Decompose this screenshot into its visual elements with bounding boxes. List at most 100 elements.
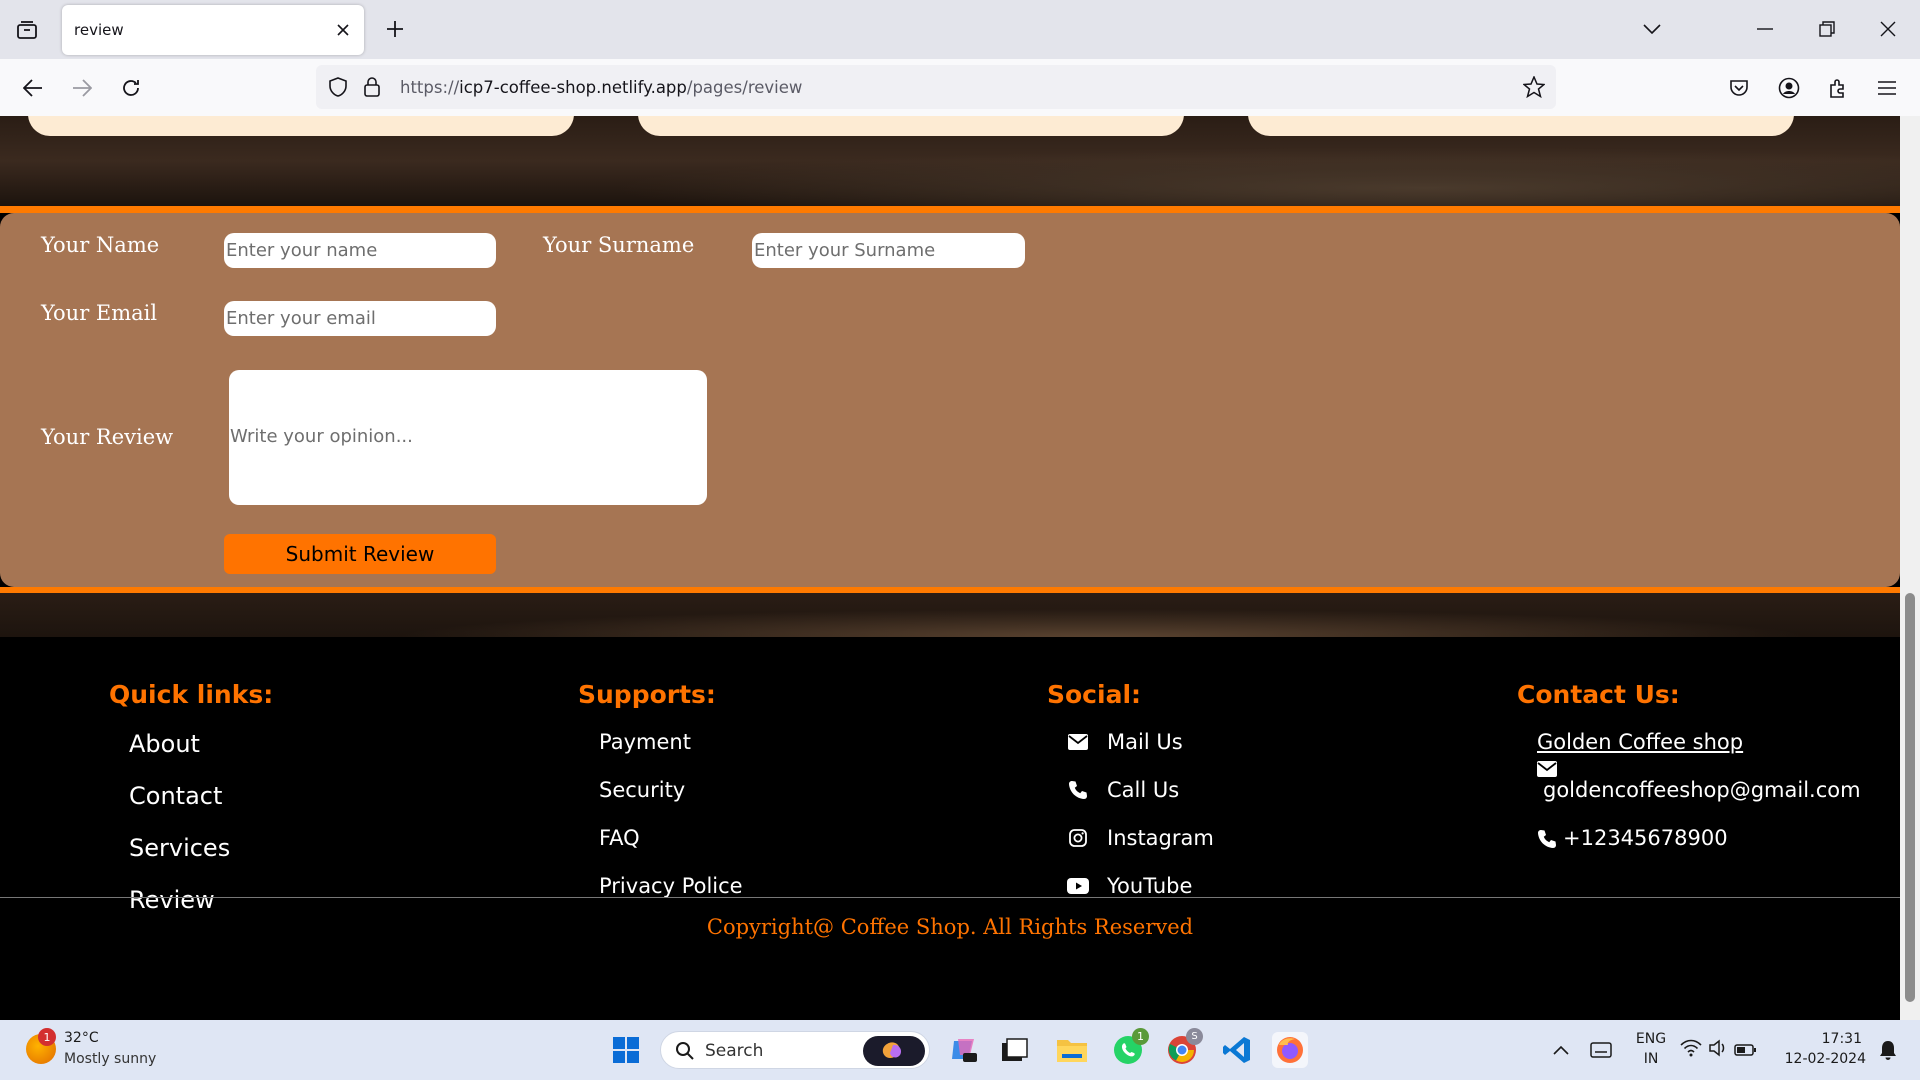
- youtube-icon: [1067, 878, 1089, 894]
- volume-icon: [1708, 1039, 1728, 1061]
- footer-link-privacy[interactable]: Privacy Police: [599, 874, 743, 898]
- weather-description: Mostly sunny: [64, 1051, 157, 1067]
- contact-phone-link[interactable]: +12345678900: [1563, 826, 1728, 850]
- task-view-icon[interactable]: [997, 1032, 1033, 1068]
- review-card: [638, 116, 1184, 136]
- chevron-down-icon[interactable]: [1632, 12, 1672, 46]
- copilot-badge-icon: [863, 1036, 925, 1066]
- footer-divider: [0, 897, 1900, 898]
- review-label: Your Review: [41, 425, 174, 449]
- clock-time[interactable]: 17:31: [1780, 1031, 1862, 1047]
- system-tray-status[interactable]: [1678, 1032, 1758, 1068]
- new-tab-icon[interactable]: [380, 14, 410, 44]
- extensions-icon[interactable]: [1821, 71, 1855, 105]
- email-input[interactable]: [224, 301, 496, 336]
- instagram-icon: [1067, 829, 1089, 847]
- name-label: Your Name: [41, 233, 160, 257]
- whatsapp-icon[interactable]: 1: [1110, 1028, 1149, 1068]
- copyright-text: Copyright@ Coffee Shop. All Rights Reser…: [706, 915, 1194, 939]
- social-column: Social: Mail Us Call Us Instagram YouTub…: [1047, 680, 1214, 898]
- contact-heading: Contact Us:: [1517, 680, 1680, 709]
- clock-date[interactable]: 12-02-2024: [1776, 1051, 1866, 1067]
- quick-links-heading: Quick links:: [109, 680, 274, 709]
- site-footer: Quick links: About Contact Services Revi…: [0, 637, 1900, 1020]
- reload-icon[interactable]: [114, 71, 148, 105]
- notification-bell-icon[interactable]: [1870, 1032, 1906, 1068]
- tab-title: review: [74, 21, 124, 39]
- supports-column: Supports: Payment Security FAQ Privacy P…: [578, 680, 743, 898]
- social-label: YouTube: [1107, 874, 1193, 898]
- menu-hamburger-icon[interactable]: [1870, 71, 1904, 105]
- browser-tabbar: review: [0, 0, 1920, 59]
- browser-tab-review[interactable]: review: [62, 5, 364, 55]
- footer-link-security[interactable]: Security: [599, 778, 685, 802]
- contact-shop-name-link[interactable]: Golden Coffee shop: [1537, 730, 1743, 754]
- touch-keyboard-icon[interactable]: [1583, 1032, 1619, 1068]
- bookmark-star-icon[interactable]: [1522, 75, 1546, 99]
- back-arrow-icon[interactable]: [16, 71, 50, 105]
- envelope-icon: [1067, 734, 1089, 750]
- footer-link-payment[interactable]: Payment: [599, 730, 691, 754]
- social-link-mail[interactable]: Mail Us: [1067, 730, 1183, 754]
- phone-icon: [1537, 829, 1557, 854]
- contact-email-link[interactable]: goldencoffeeshop@gmail.com: [1543, 778, 1861, 802]
- search-icon: [675, 1041, 695, 1065]
- firefox-icon[interactable]: [1272, 1032, 1308, 1068]
- tab-list-icon[interactable]: [10, 14, 44, 46]
- social-link-youtube[interactable]: YouTube: [1067, 874, 1192, 898]
- url-bar[interactable]: https://icp7-coffee-shop.netlify.app/pag…: [316, 65, 1556, 109]
- review-card: [28, 116, 574, 136]
- hero-background: [0, 116, 1900, 206]
- scrollbar-thumb[interactable]: [1905, 593, 1915, 1002]
- shield-icon[interactable]: [326, 75, 350, 99]
- pocket-icon[interactable]: [1722, 71, 1756, 105]
- windows-start-icon[interactable]: [608, 1032, 644, 1068]
- chevron-up-icon[interactable]: [1543, 1032, 1579, 1068]
- submit-review-button[interactable]: Submit Review: [224, 534, 496, 574]
- quick-links-column: Quick links: About Contact Services Revi…: [109, 680, 274, 914]
- minimize-icon[interactable]: [1745, 12, 1785, 46]
- social-link-instagram[interactable]: Instagram: [1067, 826, 1214, 850]
- os-taskbar: 1 32°C Mostly sunny Search 1 S ENG IN 17…: [0, 1020, 1920, 1080]
- name-input[interactable]: [224, 233, 496, 268]
- page-scrollbar[interactable]: [1900, 116, 1920, 1020]
- browser-navbar: https://icp7-coffee-shop.netlify.app/pag…: [0, 59, 1920, 116]
- search-label: Search: [705, 1041, 764, 1061]
- language-region[interactable]: IN: [1628, 1051, 1674, 1067]
- copilot-app-icon[interactable]: [945, 1032, 981, 1068]
- account-icon[interactable]: [1772, 71, 1806, 105]
- chrome-icon[interactable]: S: [1164, 1028, 1203, 1068]
- lock-icon[interactable]: [360, 75, 384, 99]
- forward-arrow-icon[interactable]: [65, 71, 99, 105]
- file-explorer-icon[interactable]: [1054, 1032, 1090, 1068]
- orange-divider: [0, 206, 1900, 213]
- phone-icon: [1067, 780, 1089, 800]
- close-tab-icon[interactable]: [332, 19, 354, 41]
- coffee-background: [0, 593, 1900, 637]
- footer-link-review[interactable]: Review: [129, 886, 215, 914]
- supports-heading: Supports:: [578, 680, 716, 709]
- surname-input[interactable]: [752, 233, 1025, 268]
- surname-label: Your Surname: [543, 233, 695, 257]
- notification-badge: 1: [1132, 1028, 1149, 1045]
- profile-badge: S: [1186, 1028, 1203, 1045]
- footer-link-about[interactable]: About: [129, 730, 200, 758]
- wifi-icon: [1680, 1039, 1702, 1061]
- weather-temperature: 32°C: [64, 1030, 99, 1046]
- social-label: Call Us: [1107, 778, 1180, 802]
- taskbar-search-box[interactable]: Search: [660, 1031, 930, 1069]
- footer-link-faq[interactable]: FAQ: [599, 826, 640, 850]
- restore-icon[interactable]: [1807, 12, 1847, 46]
- footer-link-services[interactable]: Services: [129, 834, 230, 862]
- review-textarea[interactable]: [229, 370, 707, 505]
- footer-link-contact[interactable]: Contact: [129, 782, 222, 810]
- battery-icon: [1734, 1041, 1756, 1060]
- social-heading: Social:: [1047, 680, 1142, 709]
- review-card: [1248, 116, 1794, 136]
- close-window-icon[interactable]: [1868, 12, 1908, 46]
- social-label: Mail Us: [1107, 730, 1183, 754]
- social-link-call[interactable]: Call Us: [1067, 778, 1179, 802]
- language-code[interactable]: ENG: [1628, 1031, 1674, 1047]
- social-label: Instagram: [1107, 826, 1214, 850]
- vscode-icon[interactable]: [1219, 1032, 1255, 1068]
